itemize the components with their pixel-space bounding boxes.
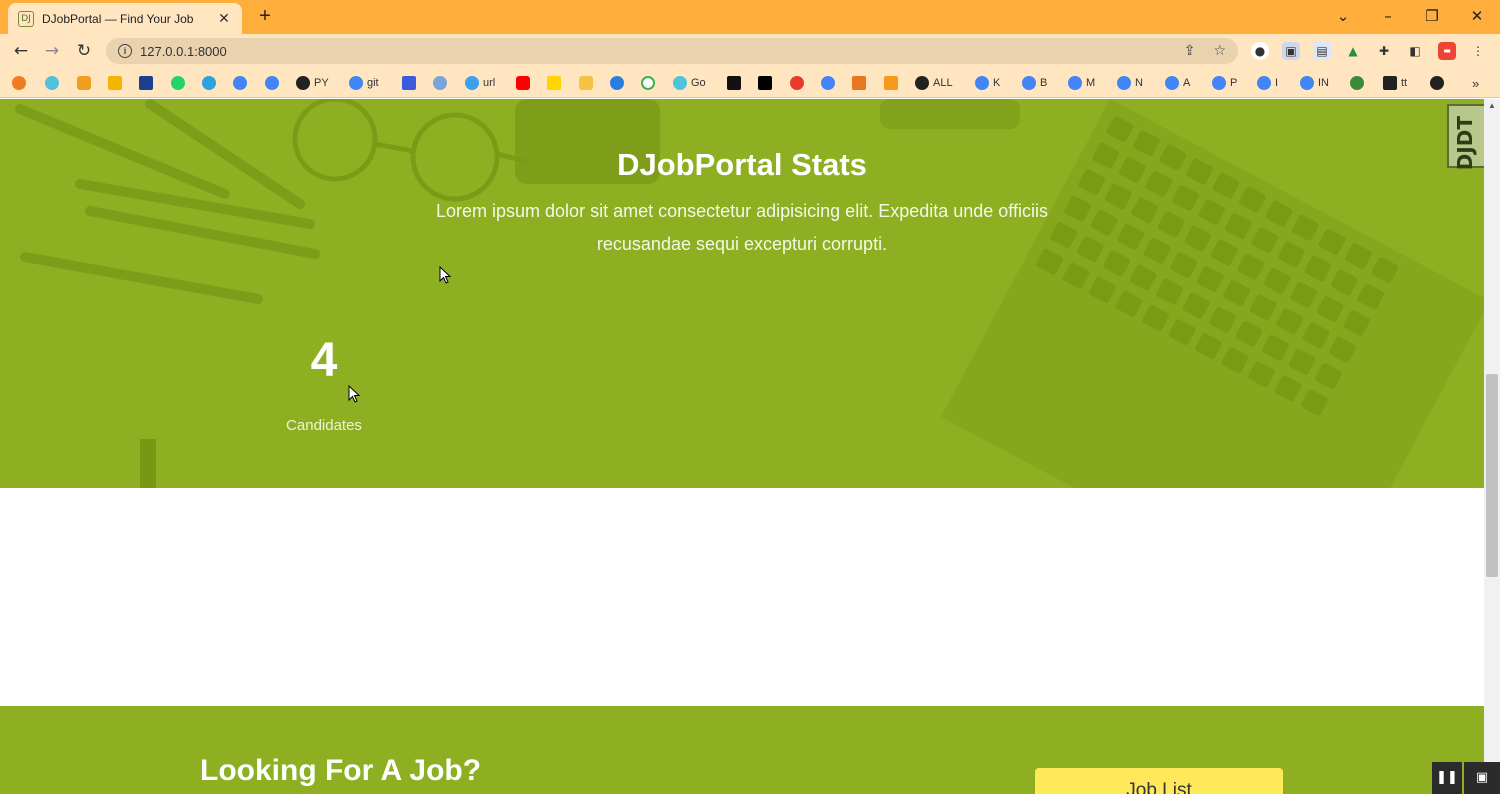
browser-toolbar: ← → ↻ i 127.0.0.1:8000 ⇪ ☆ ● ▣ ▤ ▲ ✚ ◧ ▬…: [0, 34, 1500, 68]
bookmark-icon[interactable]: [1430, 76, 1444, 90]
wifi-icon: [465, 76, 479, 90]
candidates-count: 4: [310, 334, 338, 387]
google-icon[interactable]: [233, 76, 247, 90]
favicon-icon: DJ: [18, 10, 34, 27]
google-icon[interactable]: [265, 76, 279, 90]
bookmark-icon[interactable]: [77, 76, 91, 90]
google-icon: [1165, 76, 1179, 90]
restore-button[interactable]: ❐: [1417, 4, 1447, 28]
bookmarks-more-button[interactable]: »: [1472, 75, 1479, 91]
mouse-cursor-icon: [348, 385, 360, 403]
bookmark-icon[interactable]: [139, 76, 153, 90]
djdt-label: DJDT: [1453, 116, 1477, 171]
share-icon[interactable]: ⇪: [1184, 43, 1196, 59]
bookmark-tt[interactable]: tt: [1383, 75, 1407, 91]
extension-icon[interactable]: ▬: [1438, 42, 1456, 60]
candidates-label: Candidates: [286, 417, 362, 434]
side-panel-icon[interactable]: ◧: [1406, 42, 1424, 60]
page-scrollbar[interactable]: ▲: [1484, 99, 1500, 794]
bookmark-icon[interactable]: [758, 76, 772, 90]
browser-tab-bar: DJ DJobPortal — Find Your Job ✕ + ⌄ – ❐ …: [0, 0, 1500, 34]
extensions-puzzle-icon[interactable]: ✚: [1375, 42, 1393, 60]
github-icon: [296, 76, 310, 90]
bookmark-p[interactable]: P: [1212, 75, 1237, 91]
reload-button[interactable]: ↻: [73, 40, 95, 62]
job-cta-section: Looking For A Job? Job List: [0, 706, 1484, 794]
bookmark-icon[interactable]: [108, 76, 122, 90]
scrollbar-thumb[interactable]: [1486, 374, 1498, 577]
bookmark-n[interactable]: N: [1117, 75, 1143, 91]
mouse-cursor-icon: [439, 266, 451, 284]
browser-tab-active[interactable]: DJ DJobPortal — Find Your Job ✕: [8, 3, 242, 34]
stats-title: DJobPortal Stats: [617, 147, 867, 182]
bookmark-icon: [673, 76, 687, 90]
bookmark-icon[interactable]: [852, 76, 866, 90]
google-icon[interactable]: [821, 76, 835, 90]
stats-description: Lorem ipsum dolor sit amet consectetur a…: [436, 201, 1048, 254]
bookmark-icon[interactable]: [610, 76, 624, 90]
menu-kebab-icon[interactable]: ⋮: [1469, 42, 1487, 60]
page-viewport: DJobPortal Stats Lorem ipsum dolor sit a…: [0, 99, 1484, 794]
bookmark-in[interactable]: IN: [1300, 75, 1329, 91]
bookmark-m[interactable]: M: [1068, 75, 1095, 91]
bookmark-icon[interactable]: [884, 76, 898, 90]
google-icon: [349, 76, 363, 90]
whatsapp-icon[interactable]: [171, 76, 185, 90]
bookmarks-bar: PY git url Go ALL K B M N A P I IN tt »: [0, 68, 1500, 98]
bookmark-go[interactable]: Go: [673, 75, 706, 91]
google-icon: [1257, 76, 1271, 90]
cta-title: Looking For A Job?: [200, 754, 482, 787]
tab-close-icon[interactable]: ✕: [216, 10, 232, 27]
url-text: 127.0.0.1:8000: [140, 43, 227, 59]
google-icon: [1068, 76, 1082, 90]
extension-icon[interactable]: ▣: [1282, 42, 1300, 60]
google-icon: [1117, 76, 1131, 90]
yandex-icon[interactable]: [790, 76, 804, 90]
telegram-icon[interactable]: [202, 76, 216, 90]
minimize-button[interactable]: –: [1373, 4, 1403, 28]
bookmark-url[interactable]: url: [465, 75, 495, 91]
stats-section: DJobPortal Stats Lorem ipsum dolor sit a…: [0, 99, 1484, 488]
close-window-button[interactable]: ✕: [1462, 4, 1492, 28]
site-info-icon[interactable]: i: [118, 44, 132, 58]
tab-search-icon[interactable]: ⌄: [1328, 4, 1358, 28]
google-icon: [1022, 76, 1036, 90]
bookmark-icon[interactable]: [433, 76, 447, 90]
bookmark-k[interactable]: K: [975, 75, 1000, 91]
bookmark-icon[interactable]: [727, 76, 741, 90]
google-icon: [975, 76, 989, 90]
bookmark-git[interactable]: git: [349, 75, 379, 91]
bookmark-icon[interactable]: [402, 76, 416, 90]
tab-title: DJobPortal — Find Your Job: [42, 11, 194, 26]
panda-extension-icon[interactable]: ●: [1251, 42, 1269, 60]
bookmark-star-icon[interactable]: ☆: [1213, 43, 1226, 59]
bookmark-all[interactable]: ALL: [915, 75, 953, 91]
scroll-up-arrow-icon[interactable]: ▲: [1484, 101, 1500, 113]
bookmark-icon[interactable]: [641, 76, 655, 90]
youtube-icon[interactable]: [516, 76, 530, 90]
address-bar[interactable]: i 127.0.0.1:8000 ⇪ ☆: [106, 38, 1238, 64]
extension-icon[interactable]: ▤: [1313, 42, 1331, 60]
job-list-button[interactable]: Job List: [1035, 768, 1283, 794]
globe-icon: [915, 76, 929, 90]
pause-icon[interactable]: ❚❚: [1432, 762, 1462, 794]
forward-button[interactable]: →: [41, 40, 63, 62]
bookmark-py[interactable]: PY: [296, 75, 329, 91]
back-button[interactable]: ←: [10, 40, 32, 62]
bookmark-icon[interactable]: [547, 76, 561, 90]
picture-in-picture-icon[interactable]: ▣: [1464, 762, 1500, 794]
bookmark-b[interactable]: B: [1022, 75, 1047, 91]
bookmark-i[interactable]: I: [1257, 75, 1278, 91]
bookmark-icon[interactable]: [45, 76, 59, 90]
bookmark-a[interactable]: A: [1165, 75, 1190, 91]
folder-icon[interactable]: [579, 76, 593, 90]
bookmark-icon: [1383, 76, 1397, 90]
django-debug-toolbar-handle[interactable]: DJDT: [1447, 104, 1484, 171]
new-tab-button[interactable]: +: [254, 4, 276, 28]
bookmark-icon[interactable]: [12, 76, 26, 90]
google-icon: [1212, 76, 1226, 90]
bookmark-icon[interactable]: [1350, 76, 1364, 90]
extension-icon[interactable]: ▲: [1344, 42, 1362, 60]
google-icon: [1300, 76, 1314, 90]
